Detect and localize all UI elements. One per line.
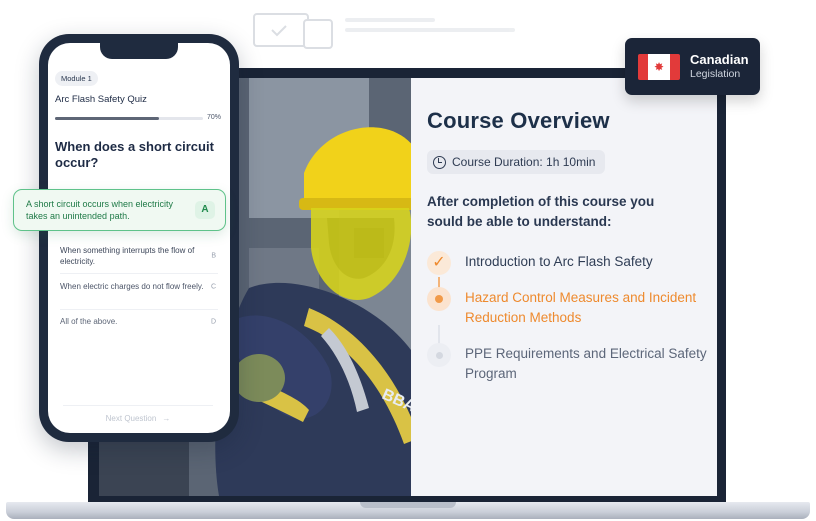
option-divider (60, 309, 218, 310)
answer-option-d[interactable]: All of the above. D (48, 316, 230, 327)
answer-option-b[interactable]: When something interrupts the flow of el… (48, 245, 230, 267)
phone-frame: Module 1 Arc Flash Safety Quiz 70% When … (39, 34, 239, 442)
module-tag: Module 1 (55, 71, 98, 86)
step-connector (438, 325, 440, 345)
next-question-label: Next Question (105, 414, 157, 423)
next-question-button[interactable]: Next Question → (63, 405, 213, 431)
answer-option-text: All of the above. (60, 317, 118, 326)
quiz-progress-label: 70% (207, 114, 222, 121)
phone-notch (100, 43, 178, 59)
answer-option-letter: D (210, 318, 216, 325)
course-step-3[interactable]: PPE Requirements and Electrical Safety P… (427, 343, 717, 384)
maple-leaf-icon: ✸ (648, 53, 670, 80)
devices-icon (253, 13, 333, 49)
course-overview-title: Course Overview (427, 108, 610, 133)
quiz-title: Arc Flash Safety Quiz (55, 94, 147, 105)
upcoming-step-dot-icon (427, 343, 451, 367)
answer-option-text: When electric charges do not flow freely… (60, 282, 204, 291)
arrow-right-icon: → (162, 414, 171, 423)
canada-flag-icon: ✸ (638, 53, 680, 80)
course-step-1[interactable]: ✓ Introduction to Arc Flash Safety (427, 251, 717, 275)
course-step-label: Hazard Control Measures and Incident Red… (465, 290, 697, 325)
course-duration-text: Course Duration: 1h 10min (452, 155, 596, 169)
course-steps: ✓ Introduction to Arc Flash Safety Hazar… (427, 251, 717, 384)
course-step-label: Introduction to Arc Flash Safety (465, 254, 653, 269)
badge-subtitle: Legislation (690, 68, 741, 80)
clock-icon (433, 155, 446, 169)
course-overview-panel: Course Overview Course Duration: 1h 10mi… (411, 78, 717, 496)
answer-option-text: A short circuit occurs when electricity … (26, 199, 174, 221)
quiz-question: When does a short circuit occur? (55, 139, 214, 170)
option-divider (60, 273, 218, 274)
laptop-base-notch (360, 502, 456, 508)
answer-option-letter: B (211, 252, 216, 260)
course-step-2[interactable]: Hazard Control Measures and Incident Red… (427, 287, 717, 328)
check-icon: ✓ (427, 251, 451, 275)
current-step-dot-icon (427, 287, 451, 311)
course-step-label: PPE Requirements and Electrical Safety P… (465, 346, 707, 381)
answer-option-letter: A (195, 201, 215, 219)
canadian-legislation-badge: ✸ Canadian Legislation (625, 38, 760, 95)
badge-title: Canadian (690, 52, 749, 67)
answer-option-text: When something interrupts the flow of el… (60, 246, 195, 266)
answer-option-letter: C (210, 283, 216, 290)
quiz-progress-bar (55, 117, 203, 120)
quiz-screen: Module 1 Arc Flash Safety Quiz 70% When … (48, 43, 230, 433)
course-duration-badge: Course Duration: 1h 10min (427, 150, 606, 174)
faded-caption (345, 18, 515, 44)
answer-option-a-selected[interactable]: A short circuit occurs when electricity … (13, 189, 226, 231)
quiz-progress-fill (55, 117, 159, 120)
answer-option-c[interactable]: When electric charges do not flow freely… (48, 281, 230, 292)
course-intro-text: After completion of this course you soul… (427, 194, 655, 229)
